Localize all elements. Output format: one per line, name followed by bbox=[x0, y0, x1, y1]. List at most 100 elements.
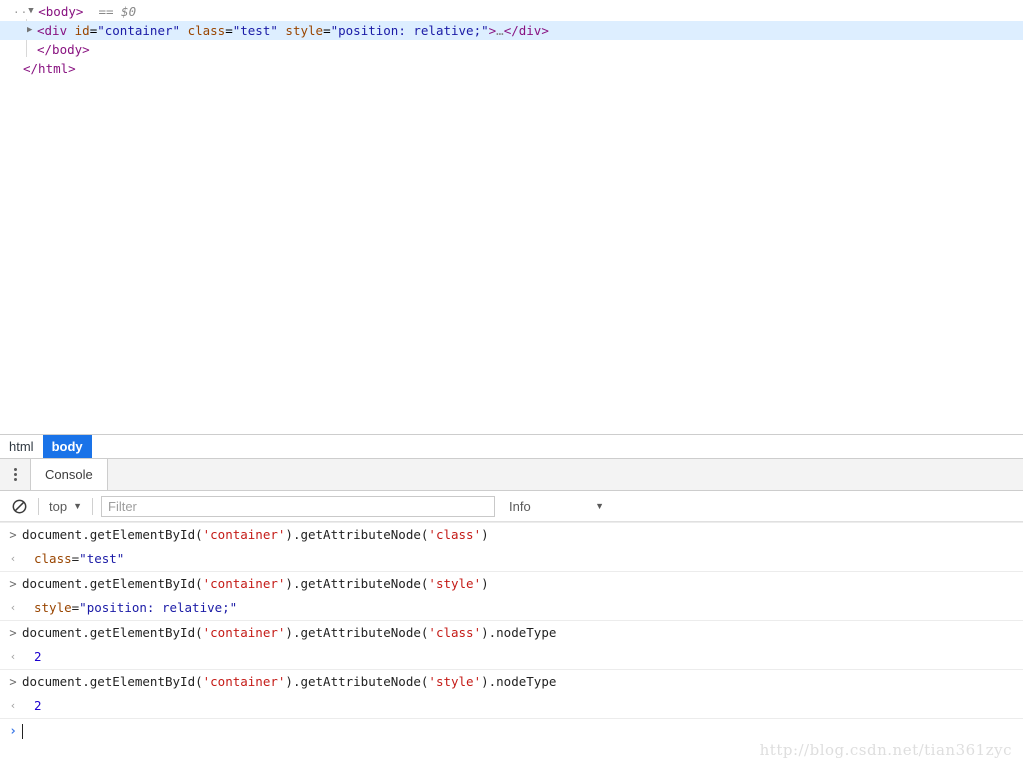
output-chevron-icon: ‹ bbox=[9, 601, 17, 614]
log-level-label: Info bbox=[509, 498, 531, 514]
code-token: "test" bbox=[79, 551, 125, 566]
console-message-text: document.getElementById('container').get… bbox=[22, 572, 489, 596]
console-drawer: Console top ▼ Info ▼ >document.getEle bbox=[0, 459, 1023, 767]
code-token: document.getElementById( bbox=[22, 674, 203, 689]
code-token: document.getElementById( bbox=[22, 576, 203, 591]
dom-tree-row[interactable]: <div id="container" class="test" style="… bbox=[0, 21, 1023, 40]
code-token: ) bbox=[481, 576, 489, 591]
toolbar-divider-2 bbox=[92, 497, 93, 515]
console-message-text: style="position: relative;" bbox=[22, 596, 237, 620]
console-result-row[interactable]: ‹ style="position: relative;" bbox=[0, 596, 1023, 620]
code-token: ).getAttributeNode( bbox=[285, 625, 429, 640]
code-token: 'container' bbox=[202, 625, 286, 640]
dom-tree-row[interactable]: </html> bbox=[0, 59, 1023, 78]
code-token: ).nodeType bbox=[481, 674, 557, 689]
code-token: style bbox=[285, 23, 324, 38]
console-filter-input[interactable] bbox=[101, 495, 495, 517]
code-token: </div> bbox=[503, 23, 549, 38]
text-cursor bbox=[22, 724, 23, 739]
console-message-text: class="test" bbox=[22, 547, 124, 571]
console-message-text: document.getElementById('container').get… bbox=[22, 621, 556, 645]
code-token: 'container' bbox=[202, 576, 286, 591]
dom-row-list: ··<body> == $0<div id="container" class=… bbox=[0, 2, 1023, 78]
output-chevron-icon: ‹ bbox=[9, 650, 17, 663]
code-token: ).getAttributeNode( bbox=[285, 527, 429, 542]
code-token: ).nodeType bbox=[481, 625, 557, 640]
tab-console[interactable]: Console bbox=[30, 459, 108, 490]
code-token: 'container' bbox=[202, 527, 286, 542]
input-chevron-icon: > bbox=[9, 577, 17, 591]
toolbar-divider-1 bbox=[38, 497, 39, 515]
more-vertical-icon[interactable] bbox=[0, 459, 30, 490]
console-toolbar: top ▼ Info ▼ bbox=[0, 491, 1023, 522]
console-result-row[interactable]: ‹ class="test" bbox=[0, 547, 1023, 571]
console-input-row[interactable]: > document.getElementById('container').ge… bbox=[0, 669, 1023, 694]
chevron-down-icon: ▼ bbox=[73, 501, 82, 511]
code-token: <body> bbox=[38, 4, 84, 19]
console-result-row[interactable]: ‹ 2 bbox=[0, 694, 1023, 718]
console-message-text: 2 bbox=[22, 645, 42, 669]
chevron-down-icon: ▼ bbox=[595, 501, 604, 511]
triangle-right-icon[interactable] bbox=[27, 21, 37, 40]
drawer-tab-list: Console bbox=[30, 459, 108, 490]
code-token: 2 bbox=[34, 649, 42, 664]
code-token: = bbox=[225, 23, 233, 38]
code-token: "container" bbox=[97, 23, 181, 38]
code-token: ) bbox=[481, 527, 489, 542]
code-token: "test" bbox=[232, 23, 278, 38]
console-input-row[interactable]: > document.getElementById('container').ge… bbox=[0, 522, 1023, 547]
console-messages: > document.getElementById('container').ge… bbox=[0, 522, 1023, 718]
input-chevron-icon: > bbox=[9, 528, 17, 542]
input-chevron-icon: > bbox=[9, 675, 17, 689]
clear-console-icon[interactable] bbox=[6, 499, 32, 514]
console-input-row[interactable]: > document.getElementById('container').ge… bbox=[0, 620, 1023, 645]
code-token: class bbox=[187, 23, 226, 38]
code-token: <div bbox=[37, 23, 68, 38]
code-token: ).getAttributeNode( bbox=[285, 674, 429, 689]
breadcrumb-items: html body bbox=[0, 435, 92, 458]
console-message-text: 2 bbox=[22, 694, 42, 718]
breadcrumb-item-body[interactable]: body bbox=[42, 435, 92, 458]
code-token: "position: relative;" bbox=[79, 600, 238, 615]
console-message-list[interactable]: > document.getElementById('container').ge… bbox=[0, 522, 1023, 767]
code-token: </html> bbox=[23, 61, 76, 76]
code-token: 'style' bbox=[428, 576, 482, 591]
code-token: style bbox=[34, 600, 72, 615]
code-token: id bbox=[74, 23, 90, 38]
code-token: 'container' bbox=[202, 674, 286, 689]
code-token: </body> bbox=[37, 42, 90, 57]
code-token: = bbox=[323, 23, 331, 38]
code-token: 'class' bbox=[428, 527, 482, 542]
code-token: ).getAttributeNode( bbox=[285, 576, 429, 591]
code-token: class bbox=[34, 551, 72, 566]
prompt-chevron-icon: › bbox=[9, 724, 17, 739]
elements-dom-tree-panel[interactable]: ··<body> == $0<div id="container" class=… bbox=[0, 0, 1023, 434]
code-token: … bbox=[496, 23, 504, 38]
console-result-row[interactable]: ‹ 2 bbox=[0, 645, 1023, 669]
devtools-window: ··<body> == $0<div id="container" class=… bbox=[0, 0, 1023, 767]
input-chevron-icon: > bbox=[9, 626, 17, 640]
code-token: document.getElementById( bbox=[22, 527, 203, 542]
execution-context-label: top bbox=[49, 498, 68, 514]
code-token: 'class' bbox=[428, 625, 482, 640]
output-chevron-icon: ‹ bbox=[9, 699, 17, 712]
dom-scroll-ellipsis: ·· bbox=[13, 6, 29, 19]
code-token: "position: relative;" bbox=[330, 23, 489, 38]
triangle-down-icon[interactable] bbox=[28, 2, 38, 21]
console-input-row[interactable]: > document.getElementById('container').ge… bbox=[0, 571, 1023, 596]
execution-context-select[interactable]: top ▼ bbox=[45, 499, 86, 514]
breadcrumb-item-html[interactable]: html bbox=[0, 435, 43, 458]
drawer-tab-bar: Console bbox=[0, 459, 1023, 491]
code-token: == $0 bbox=[98, 4, 137, 19]
breadcrumb[interactable]: html body bbox=[0, 434, 1023, 459]
console-message-text: document.getElementById('container').get… bbox=[22, 670, 556, 694]
log-level-select[interactable]: Info ▼ bbox=[509, 499, 604, 514]
watermark-url: http://blog.csdn.net/tian361zyc bbox=[759, 741, 1012, 759]
dom-tree-row[interactable]: ·· <body> == $0 bbox=[0, 2, 1023, 21]
code-token: 'style' bbox=[428, 674, 482, 689]
console-message-text: document.getElementById('container').get… bbox=[22, 523, 489, 547]
dom-tree-row[interactable]: </body> bbox=[0, 40, 1023, 59]
